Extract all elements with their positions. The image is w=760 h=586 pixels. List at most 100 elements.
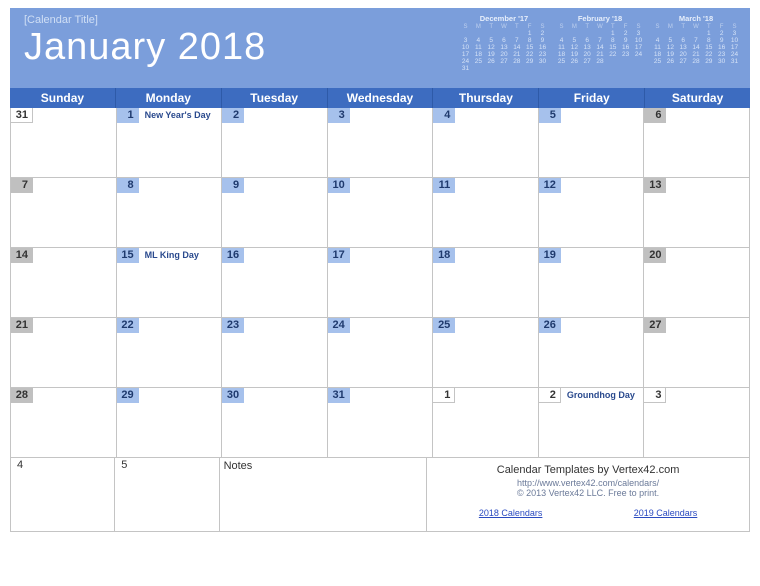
day-cell: 17	[328, 248, 434, 317]
week-row: 31 1 New Year's Day 2 3 4 5 6	[11, 108, 750, 178]
day-number: 30	[222, 388, 244, 403]
day-event: New Year's Day	[145, 110, 211, 120]
day-number: 18	[433, 248, 455, 263]
day-cell: 30	[222, 388, 328, 457]
dow-header: Monday	[116, 88, 222, 108]
credit-copyright: © 2013 Vertex42 LLC. Free to print.	[433, 488, 743, 498]
day-cell: 13	[644, 178, 750, 247]
mini-calendar: December '17SMTWTFS123456789101112131415…	[460, 14, 548, 72]
day-cell: 22	[117, 318, 223, 387]
link-2019-calendars[interactable]: 2019 Calendars	[634, 508, 698, 518]
day-of-week-row: SundayMondayTuesdayWednesdayThursdayFrid…	[10, 88, 750, 108]
day-cell: 15 ML King Day	[117, 248, 223, 317]
day-cell: 20	[644, 248, 750, 317]
day-number: 4	[433, 108, 455, 123]
credit-url: http://www.vertex42.com/calendars/	[433, 478, 743, 488]
day-cell: 28	[11, 388, 117, 457]
day-cell: 18	[433, 248, 539, 317]
day-cell: 3	[328, 108, 434, 177]
day-number: 21	[11, 318, 33, 333]
day-number: 10	[328, 178, 350, 193]
day-number: 3	[644, 388, 666, 403]
day-cell: 14	[11, 248, 117, 317]
calendar-header: [Calendar Title] January 2018 December '…	[10, 8, 750, 88]
week-row: 28 29 30 31 1 2 Groundhog Day 3	[11, 388, 750, 458]
footer-row: 4 5 Notes Calendar Templates by Vertex42…	[10, 458, 750, 532]
day-number: 17	[328, 248, 350, 263]
day-number: 3	[328, 108, 350, 123]
day-number: 13	[644, 178, 666, 193]
day-number: 20	[644, 248, 666, 263]
dow-header: Tuesday	[222, 88, 328, 108]
day-number: 22	[117, 318, 139, 333]
day-cell: 8	[117, 178, 223, 247]
day-number: 1	[433, 388, 455, 403]
day-number: 28	[11, 388, 33, 403]
footer-day-5: 5	[115, 458, 219, 531]
day-cell: 3	[644, 388, 750, 457]
day-cell: 2	[222, 108, 328, 177]
week-row: 14 15 ML King Day 16 17 18 19 20	[11, 248, 750, 318]
dow-header: Wednesday	[328, 88, 434, 108]
day-cell: 27	[644, 318, 750, 387]
day-cell: 21	[11, 318, 117, 387]
footer-notes: Notes	[220, 458, 428, 531]
day-cell: 1 New Year's Day	[117, 108, 223, 177]
day-cell: 11	[433, 178, 539, 247]
calendar-grid: 311New Year's Day23456789101112131415ML …	[10, 108, 750, 458]
mini-calendar: February '18SMTWTFS123456789101112131415…	[556, 14, 644, 72]
day-cell: 26	[539, 318, 645, 387]
day-cell: 1	[433, 388, 539, 457]
day-number: 25	[433, 318, 455, 333]
day-number: 24	[328, 318, 350, 333]
day-cell: 31	[328, 388, 434, 457]
day-cell: 25	[433, 318, 539, 387]
day-cell: 4	[433, 108, 539, 177]
day-event: Groundhog Day	[567, 390, 635, 400]
day-event: ML King Day	[145, 250, 199, 260]
day-number: 31	[328, 388, 350, 403]
day-number: 29	[117, 388, 139, 403]
day-number: 6	[644, 108, 666, 123]
day-number: 5	[539, 108, 561, 123]
day-cell: 29	[117, 388, 223, 457]
day-number: 11	[433, 178, 455, 193]
dow-header: Thursday	[433, 88, 539, 108]
day-cell: 10	[328, 178, 434, 247]
day-cell: 19	[539, 248, 645, 317]
day-number: 26	[539, 318, 561, 333]
footer-credit: Calendar Templates by Vertex42.com http:…	[427, 458, 750, 531]
day-number: 27	[644, 318, 666, 333]
day-number: 14	[11, 248, 33, 263]
mini-calendar: March '18SMTWTFS123456789101112131415161…	[652, 14, 740, 72]
day-number: 19	[539, 248, 561, 263]
day-number: 12	[539, 178, 561, 193]
day-cell: 12	[539, 178, 645, 247]
day-cell: 2 Groundhog Day	[539, 388, 645, 457]
day-cell: 7	[11, 178, 117, 247]
week-row: 21 22 23 24 25 26 27	[11, 318, 750, 388]
day-number: 7	[11, 178, 33, 193]
day-cell: 9	[222, 178, 328, 247]
day-cell: 6	[644, 108, 750, 177]
day-cell: 16	[222, 248, 328, 317]
credit-title: Calendar Templates by Vertex42.com	[433, 464, 743, 476]
day-cell: 23	[222, 318, 328, 387]
day-number: 2	[222, 108, 244, 123]
dow-header: Saturday	[645, 88, 750, 108]
link-2018-calendars[interactable]: 2018 Calendars	[479, 508, 543, 518]
dow-header: Sunday	[10, 88, 116, 108]
day-number: 9	[222, 178, 244, 193]
day-cell: 31	[11, 108, 117, 177]
day-number: 1	[117, 108, 139, 123]
day-number: 16	[222, 248, 244, 263]
week-row: 7 89 10 11 12 13	[11, 178, 750, 248]
mini-calendars: December '17SMTWTFS123456789101112131415…	[460, 14, 740, 72]
dow-header: Friday	[539, 88, 645, 108]
day-number: 2	[539, 388, 561, 403]
day-number: 23	[222, 318, 244, 333]
day-number: 31	[11, 108, 33, 123]
day-number: 15	[117, 248, 139, 263]
footer-day-4: 4	[11, 458, 115, 531]
day-cell: 24	[328, 318, 434, 387]
